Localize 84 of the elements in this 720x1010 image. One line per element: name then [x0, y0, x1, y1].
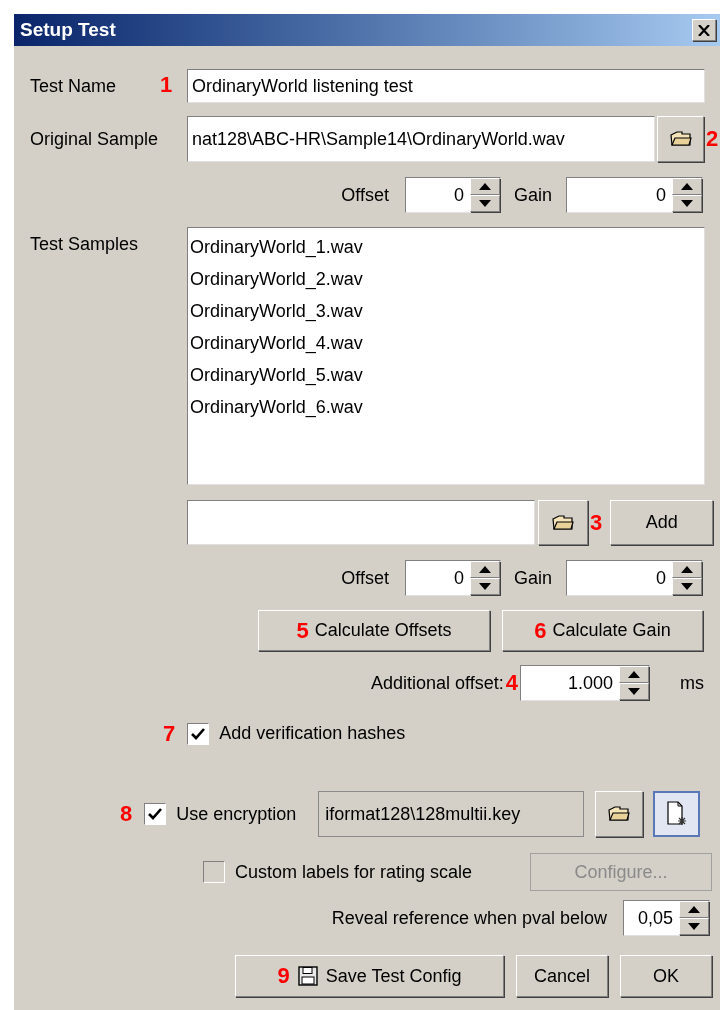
spin-down-button[interactable]: [679, 918, 709, 935]
checkbox[interactable]: [144, 803, 167, 825]
calculate-button[interactable]: 6 Calculate Gain: [502, 610, 703, 651]
new-key-button[interactable]: [653, 791, 701, 837]
down-triangle-icon: [688, 923, 700, 930]
browse-button[interactable]: [657, 116, 704, 162]
callout-number: 9: [277, 965, 290, 987]
list-item[interactable]: OrdinaryWorld_6.wav: [190, 391, 363, 423]
up-triangle-icon: [478, 183, 491, 190]
down-triangle-icon: [478, 583, 491, 590]
checkbox-label: Add verification hashes: [219, 722, 406, 745]
field-label: Offset: [341, 566, 389, 590]
checkbox-label: Use encryption: [176, 802, 298, 826]
spin-up-button[interactable]: [469, 178, 500, 195]
up-triangle-icon: [478, 566, 491, 573]
folder-icon: [608, 806, 631, 822]
dialog-button[interactable]: Cancel: [516, 955, 608, 997]
checkbox[interactable]: [187, 722, 210, 745]
spin-up-button[interactable]: [469, 561, 500, 578]
number-spinner[interactable]: 0,05: [623, 900, 710, 936]
callout-number: 4: [505, 672, 518, 694]
list-item[interactable]: OrdinaryWorld_2.wav: [190, 263, 363, 295]
checkbox-label: Custom labels for rating scale: [235, 860, 474, 884]
checkmark-icon: [148, 808, 163, 820]
list-item[interactable]: OrdinaryWorld_5.wav: [190, 359, 363, 391]
save-button[interactable]: 9 Save Test Config: [235, 955, 504, 997]
list-item[interactable]: OrdinaryWorld_3.wav: [190, 295, 363, 327]
spin-up-button[interactable]: [672, 561, 702, 578]
callout-number: 3: [590, 511, 603, 534]
up-triangle-icon: [681, 566, 693, 573]
spin-down-button[interactable]: [672, 195, 702, 212]
add-button[interactable]: Add: [610, 500, 714, 545]
callout-number: 5: [296, 619, 309, 642]
calculate-button[interactable]: 5 Calculate Offsets: [258, 610, 490, 651]
field-label: Gain: [513, 183, 552, 207]
field-label: Additional offset:: [371, 671, 504, 695]
callout-number: 7: [163, 722, 176, 745]
field-label: Test Name: [30, 74, 118, 98]
number-spinner[interactable]: 0: [404, 177, 501, 213]
sample-path-field[interactable]: [187, 500, 535, 545]
spin-down-button[interactable]: [469, 578, 500, 595]
browse-button[interactable]: [595, 791, 644, 837]
number-spinner[interactable]: 0: [566, 560, 703, 596]
browse-button[interactable]: [538, 500, 588, 545]
up-triangle-icon: [681, 183, 693, 190]
up-triangle-icon: [688, 906, 700, 913]
callout-number: 6: [534, 619, 547, 642]
dialog-button[interactable]: OK: [620, 955, 712, 997]
number-spinner[interactable]: 0: [404, 560, 501, 596]
callout-number: 2: [706, 128, 719, 150]
close-button[interactable]: [692, 19, 716, 41]
list-item[interactable]: OrdinaryWorld_1.wav: [190, 231, 363, 263]
test-name-field[interactable]: OrdinaryWorld listening test: [187, 69, 705, 103]
field-label: Reveal reference when pval below: [331, 906, 607, 930]
callout-number: 1: [160, 71, 173, 97]
list-item[interactable]: OrdinaryWorld_4.wav: [190, 327, 363, 359]
field-label: Test Samples: [30, 233, 140, 256]
checkbox[interactable]: [203, 861, 225, 883]
unit-label: ms: [680, 671, 704, 695]
spin-down-button[interactable]: [619, 683, 649, 700]
checkmark-icon: [191, 727, 206, 740]
spin-down-button[interactable]: [469, 195, 500, 212]
spin-up-button[interactable]: [619, 666, 649, 683]
key-file-field[interactable]: iformat128\128multii.key: [318, 791, 585, 837]
field-label: Original Sample: [30, 127, 160, 151]
number-spinner[interactable]: 1.000: [520, 665, 650, 701]
down-triangle-icon: [681, 583, 693, 590]
folder-icon: [552, 514, 574, 531]
original-sample-field[interactable]: nat128\ABC-HR\Sample14\OrdinaryWorld.wav: [187, 116, 655, 162]
field-label: Offset: [341, 183, 389, 207]
new-document-icon: [665, 801, 688, 827]
close-icon: [698, 24, 710, 36]
up-triangle-icon: [628, 671, 640, 678]
folder-icon: [669, 131, 692, 147]
spin-down-button[interactable]: [672, 578, 702, 595]
spin-up-button[interactable]: [679, 901, 709, 918]
down-triangle-icon: [681, 200, 693, 207]
number-spinner[interactable]: 0: [566, 177, 703, 213]
window-title: Setup Test: [20, 17, 116, 42]
spin-up-button[interactable]: [672, 178, 702, 195]
down-triangle-icon: [478, 200, 491, 207]
down-triangle-icon: [628, 688, 640, 695]
field-label: Gain: [513, 566, 552, 590]
callout-number: 8: [120, 803, 133, 825]
